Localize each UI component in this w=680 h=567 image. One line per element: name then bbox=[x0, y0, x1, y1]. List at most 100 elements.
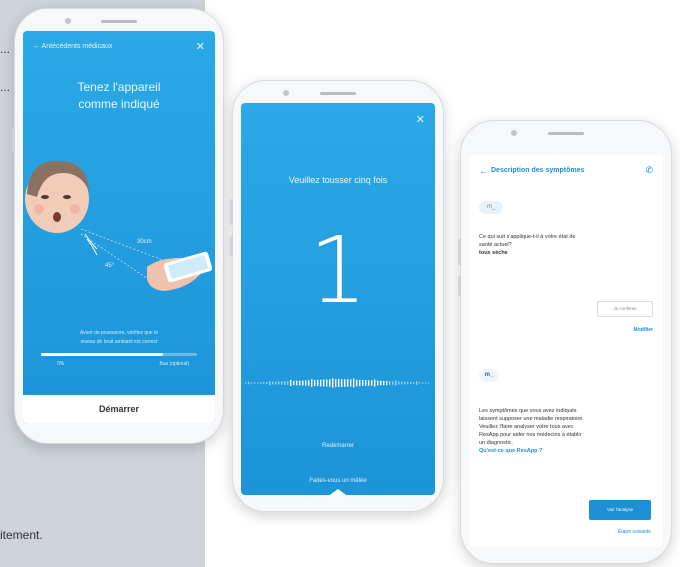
cough-count: 1 bbox=[308, 217, 368, 324]
waveform-bar bbox=[404, 381, 406, 385]
screen-holding-instruction: ← Antécédents médicaux ✕ Tenez l'apparei… bbox=[23, 31, 215, 423]
assistant-message: Les symptômes que vous avez indiqués lai… bbox=[479, 408, 584, 446]
screen-cough-counter: ✕ Veuillez tousser cinq fois 1 Redémarre… bbox=[241, 103, 435, 495]
screen-header-title[interactable]: ← Antécédents médicaux bbox=[33, 43, 112, 50]
phone-mockup-2: ✕ Veuillez tousser cinq fois 1 Redémarre… bbox=[230, 80, 444, 512]
waveform-bar bbox=[389, 381, 391, 385]
side-button bbox=[458, 276, 461, 296]
waveform-bar bbox=[386, 380, 388, 386]
waveform-bar bbox=[290, 379, 292, 387]
waveform-bar bbox=[416, 381, 418, 385]
waveform-bar bbox=[320, 379, 322, 387]
waveform-bar bbox=[254, 382, 256, 384]
what-is-resapp-link[interactable]: Qu'est-ce que ResApp ? bbox=[479, 447, 651, 455]
waveform-bar bbox=[311, 379, 313, 387]
waveform-bar bbox=[422, 382, 424, 384]
waveform-bar bbox=[428, 382, 430, 384]
waveform-bar bbox=[329, 379, 331, 387]
waveform-bar bbox=[269, 380, 271, 386]
background-text-line1: ... bbox=[0, 42, 11, 56]
waveform-bar bbox=[371, 380, 373, 386]
waveform-bar bbox=[383, 380, 385, 386]
waveform-bar bbox=[365, 380, 367, 386]
side-button bbox=[230, 236, 233, 256]
waveform-bar bbox=[410, 381, 412, 385]
cough-instruction: Veuillez tousser cinq fois bbox=[288, 175, 388, 185]
assistant-avatar: m_ bbox=[479, 201, 503, 214]
instruction-text: Tenez l'appareil comme indiqué bbox=[77, 80, 161, 111]
noise-level-bar bbox=[41, 353, 197, 356]
phone-speaker bbox=[101, 20, 137, 23]
background-text-bottom: itement. bbox=[0, 528, 43, 542]
phone-mockup-1: ← Antécédents médicaux ✕ Tenez l'apparei… bbox=[12, 8, 224, 444]
phone-speaker bbox=[548, 132, 584, 135]
question-text: Ce qui suit s'applique-t-il à votre état… bbox=[479, 234, 576, 248]
top-bar: ← Description des symptômes ✆ bbox=[469, 155, 663, 189]
distance-label: 30cm bbox=[137, 239, 152, 245]
waveform-bar bbox=[401, 381, 403, 385]
face-illustration bbox=[25, 160, 89, 233]
waveform-bar bbox=[377, 380, 379, 386]
holding-illustration: 30cm 45° bbox=[25, 160, 213, 291]
waveform-bar bbox=[359, 379, 361, 387]
noise-level-right-label: Bas (optimal) bbox=[159, 361, 189, 367]
edit-link[interactable]: Modifier bbox=[634, 327, 653, 333]
screen-symptom-description: ← Description des symptômes ✆ m_ Ce qui … bbox=[469, 155, 663, 547]
waveform-bar bbox=[413, 382, 415, 384]
noise-level-left-label: 0% bbox=[57, 361, 65, 367]
waveform-bar bbox=[263, 382, 265, 384]
waveform-bar bbox=[338, 379, 340, 387]
waveform-bar bbox=[284, 381, 286, 385]
audio-waveform bbox=[245, 378, 430, 388]
side-button bbox=[12, 127, 15, 153]
waveform-bar bbox=[272, 381, 274, 385]
view-analysis-button[interactable]: Voir l'analyse bbox=[589, 500, 651, 520]
waveform-bar bbox=[350, 379, 352, 387]
waveform-bar bbox=[392, 381, 394, 385]
waveform-bar bbox=[368, 380, 370, 386]
waveform-bar bbox=[425, 382, 427, 384]
phone-camera bbox=[65, 18, 71, 24]
restart-link[interactable]: Redémarrer bbox=[241, 443, 435, 449]
waveform-bar bbox=[356, 379, 358, 387]
phone-icon[interactable]: ✆ bbox=[645, 165, 653, 176]
waveform-bar bbox=[302, 380, 304, 386]
waveform-bar bbox=[380, 380, 382, 386]
waveform-bar bbox=[308, 380, 310, 386]
waveform-bar bbox=[257, 382, 259, 384]
waveform-bar bbox=[395, 380, 397, 386]
arrow-left-icon[interactable]: ← bbox=[479, 166, 488, 176]
answer-chip[interactable]: Je confirme bbox=[597, 301, 653, 317]
waveform-bar bbox=[314, 379, 316, 387]
phone-speaker bbox=[320, 92, 356, 95]
noise-caption: Avant de poursuivre, vérifiez que le niv… bbox=[79, 330, 158, 345]
close-icon[interactable]: ✕ bbox=[196, 40, 205, 53]
noise-level-fill bbox=[41, 353, 163, 356]
waveform-bar bbox=[398, 381, 400, 385]
waveform-bar bbox=[296, 380, 298, 386]
waveform-bar bbox=[344, 379, 346, 387]
side-button bbox=[458, 239, 461, 265]
waveform-bar bbox=[353, 378, 355, 388]
bottom-tab-indicator bbox=[327, 489, 349, 495]
background-text-line2: ... bbox=[0, 80, 11, 94]
waveform-bar bbox=[305, 380, 307, 386]
bottom-hint: Faites-vous un mêlée bbox=[309, 478, 367, 484]
waveform-bar bbox=[299, 380, 301, 386]
phone-camera bbox=[511, 130, 517, 136]
waveform-bar bbox=[407, 381, 409, 385]
waveform-bar bbox=[317, 379, 319, 387]
start-button[interactable]: Démarrer bbox=[23, 395, 215, 423]
waveform-bar bbox=[287, 381, 289, 385]
next-step-link[interactable]: Étape suivante bbox=[618, 529, 651, 535]
hand-with-phone-illustration bbox=[147, 251, 213, 291]
waveform-bar bbox=[362, 379, 364, 387]
waveform-bar bbox=[419, 382, 421, 384]
waveform-bar bbox=[335, 379, 337, 387]
angle-label: 45° bbox=[105, 263, 115, 269]
waveform-bar bbox=[326, 379, 328, 387]
waveform-bar bbox=[341, 379, 343, 387]
waveform-bar bbox=[266, 381, 268, 385]
close-icon[interactable]: ✕ bbox=[416, 113, 425, 126]
side-button bbox=[230, 199, 233, 225]
